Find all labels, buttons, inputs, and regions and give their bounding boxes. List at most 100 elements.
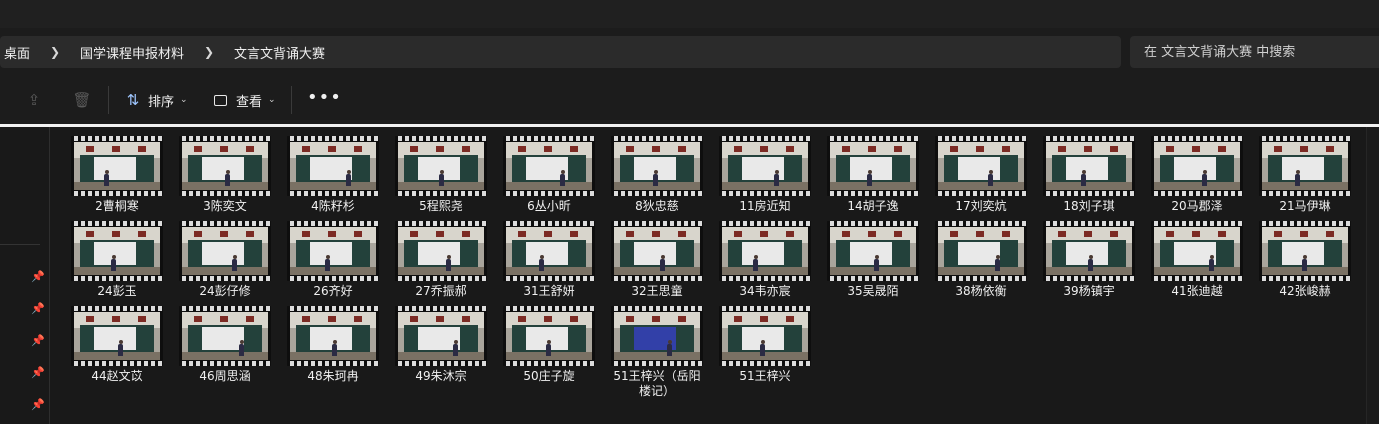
file-name: 14胡子逸 xyxy=(847,199,899,213)
file-item[interactable]: 11房近知 xyxy=(711,136,819,214)
file-item[interactable]: 46周思涵 xyxy=(171,306,279,384)
file-item[interactable]: 32王思童 xyxy=(603,221,711,299)
file-item[interactable]: 18刘子琪 xyxy=(1035,136,1143,214)
file-item[interactable]: 44赵文苡 xyxy=(63,306,171,384)
video-thumbnail xyxy=(611,306,703,366)
file-item[interactable]: 34韦亦宸 xyxy=(711,221,819,299)
chevron-right-icon: ❯ xyxy=(204,45,215,59)
file-name: 44赵文苡 xyxy=(91,369,143,383)
navigation-pane: 📌 📌 📌 📌 📌 xyxy=(0,127,50,424)
pin-icon[interactable]: 📌 xyxy=(31,302,45,316)
file-name: 11房近知 xyxy=(739,199,791,213)
video-thumbnail xyxy=(719,306,811,366)
file-name: 41张迪越 xyxy=(1171,284,1223,298)
file-name: 32王思童 xyxy=(631,284,683,298)
sort-arrows-icon: ⇅ xyxy=(126,91,140,109)
file-item[interactable]: 24彭仔修 xyxy=(171,221,279,299)
view-button[interactable]: 查看 ⌄ xyxy=(214,88,276,112)
video-thumbnail xyxy=(719,221,811,281)
file-grid: 2曹桐寒 3陈奕文 4陈籽杉 5程熙尧 6丛小昕 8狄忠慈 11房近知 14胡子逸 17刘奕炕 1… xyxy=(51,127,1366,424)
file-item[interactable]: 4陈籽杉 xyxy=(279,136,387,214)
file-name: 50庄子旋 xyxy=(523,369,575,383)
breadcrumb-item-materials[interactable]: 国学课程申报材料 xyxy=(76,43,188,62)
file-item[interactable]: 39杨镇宇 xyxy=(1035,221,1143,299)
video-thumbnail xyxy=(71,136,163,196)
toolbar-divider xyxy=(291,86,292,114)
file-name: 46周思涵 xyxy=(199,369,251,383)
file-item[interactable]: 2曹桐寒 xyxy=(63,136,171,214)
file-name: 5程熙尧 xyxy=(419,199,463,213)
file-name: 6丛小昕 xyxy=(527,199,571,213)
file-name: 20马郡泽 xyxy=(1171,199,1223,213)
file-name: 49朱沐宗 xyxy=(415,369,467,383)
file-item[interactable]: 8狄忠慈 xyxy=(603,136,711,214)
toolbar-divider xyxy=(108,86,109,114)
video-thumbnail xyxy=(827,136,919,196)
breadcrumb-item-desktop[interactable]: 桌面 xyxy=(0,43,34,62)
video-thumbnail xyxy=(611,136,703,196)
video-thumbnail xyxy=(179,306,271,366)
chevron-right-icon: ❯ xyxy=(49,45,61,59)
file-item[interactable]: 51王梓兴 xyxy=(711,306,819,384)
file-item[interactable]: 17刘奕炕 xyxy=(927,136,1035,214)
video-thumbnail xyxy=(287,136,379,196)
file-item[interactable]: 27乔振郝 xyxy=(387,221,495,299)
vertical-scrollbar[interactable] xyxy=(1366,127,1379,424)
file-name: 26齐好 xyxy=(313,284,353,298)
file-name: 24彭仔修 xyxy=(199,284,251,298)
file-item[interactable]: 35吴晟陌 xyxy=(819,221,927,299)
video-thumbnail xyxy=(1259,221,1351,281)
trash-icon[interactable]: 🗑 xyxy=(72,90,92,110)
pin-icon[interactable]: 📌 xyxy=(31,334,45,348)
video-thumbnail xyxy=(935,136,1027,196)
video-thumbnail xyxy=(287,221,379,281)
more-options-button[interactable]: ••• xyxy=(307,88,342,112)
file-name: 42张峻赫 xyxy=(1279,284,1331,298)
chevron-down-icon: ⌄ xyxy=(268,95,276,105)
file-item[interactable]: 20马郡泽 xyxy=(1143,136,1251,214)
search-input[interactable] xyxy=(1130,36,1379,68)
pin-icon[interactable]: 📌 xyxy=(31,366,45,380)
video-thumbnail xyxy=(395,306,487,366)
file-item[interactable]: 6丛小昕 xyxy=(495,136,603,214)
video-thumbnail xyxy=(1043,221,1135,281)
chevron-down-icon: ⌄ xyxy=(180,95,188,105)
breadcrumb-item-current[interactable]: 文言文背诵大赛 xyxy=(230,43,329,62)
file-item[interactable]: 31王舒妍 xyxy=(495,221,603,299)
file-item[interactable]: 42张峻赫 xyxy=(1251,221,1359,299)
file-name: 48朱珂冉 xyxy=(307,369,359,383)
video-thumbnail xyxy=(287,306,379,366)
video-thumbnail xyxy=(719,136,811,196)
command-bar: ⇪ 🗑 ⇅ 排序 ⌄ 查看 ⌄ ••• xyxy=(0,76,1379,124)
file-name: 17刘奕炕 xyxy=(955,199,1007,213)
nav-separator xyxy=(0,244,40,245)
pin-icon[interactable]: 📌 xyxy=(31,398,45,412)
file-item[interactable]: 24彭玉 xyxy=(63,221,171,299)
file-item[interactable]: 49朱沐宗 xyxy=(387,306,495,384)
file-name: 27乔振郝 xyxy=(415,284,467,298)
file-name: 51王梓兴 xyxy=(739,369,791,383)
file-item[interactable]: 5程熙尧 xyxy=(387,136,495,214)
file-item[interactable]: 14胡子逸 xyxy=(819,136,927,214)
file-item[interactable]: 21马伊琳 xyxy=(1251,136,1359,214)
file-item[interactable]: 48朱珂冉 xyxy=(279,306,387,384)
file-item[interactable]: 38杨依衡 xyxy=(927,221,1035,299)
file-name: 21马伊琳 xyxy=(1279,199,1331,213)
video-thumbnail xyxy=(395,221,487,281)
file-item[interactable]: 41张迪越 xyxy=(1143,221,1251,299)
file-item[interactable]: 50庄子旋 xyxy=(495,306,603,384)
file-item[interactable]: 26齐好 xyxy=(279,221,387,299)
title-bar xyxy=(0,0,1379,28)
share-icon[interactable]: ⇪ xyxy=(24,90,44,110)
file-name: 39杨镇宇 xyxy=(1063,284,1115,298)
file-name: 38杨依衡 xyxy=(955,284,1007,298)
video-thumbnail xyxy=(71,221,163,281)
file-item[interactable]: 51王梓兴（岳阳楼记） xyxy=(603,306,711,399)
file-item[interactable]: 3陈奕文 xyxy=(171,136,279,214)
video-thumbnail xyxy=(827,221,919,281)
video-thumbnail xyxy=(1259,136,1351,196)
video-thumbnail xyxy=(935,221,1027,281)
pin-icon[interactable]: 📌 xyxy=(31,270,45,284)
breadcrumb[interactable]: 桌面 ❯ 国学课程申报材料 ❯ 文言文背诵大赛 xyxy=(0,36,1121,68)
sort-button[interactable]: ⇅ 排序 ⌄ xyxy=(124,88,188,112)
